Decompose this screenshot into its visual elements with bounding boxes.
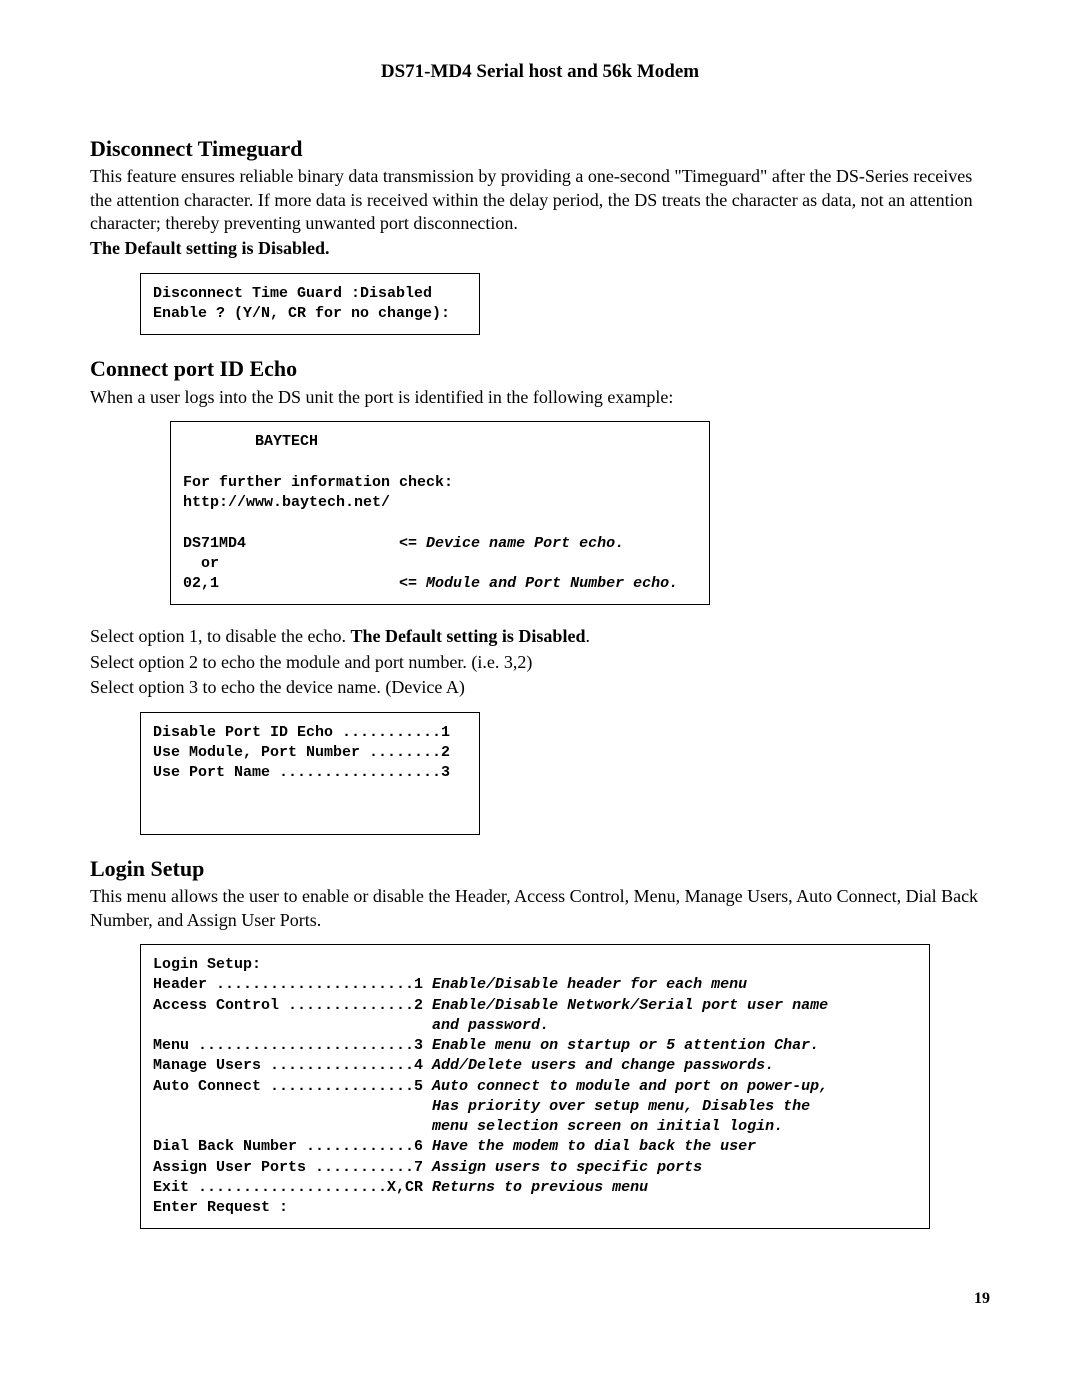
section-connect-port-id-echo-heading: Connect port ID Echo xyxy=(90,355,990,384)
code-line: Enable ? (Y/N, CR for no change): xyxy=(153,305,450,322)
code-line-italic: Add/Delete users and change passwords. xyxy=(432,1057,774,1074)
code-line-italic: Returns to previous menu xyxy=(432,1179,648,1196)
login-setup-menu-box: Login Setup: Header ....................… xyxy=(140,944,930,1229)
code-line-italic: <= Device name Port echo. xyxy=(399,535,624,552)
code-line: Disconnect Time Guard :Disabled xyxy=(153,285,432,302)
code-line: Exit .....................X,CR xyxy=(153,1179,432,1196)
section-connect-port-id-echo-para: When a user logs into the DS unit the po… xyxy=(90,386,990,409)
code-line-italic: Has priority over setup menu, Disables t… xyxy=(153,1098,810,1115)
code-line-italic: Enable/Disable Network/Serial port user … xyxy=(432,997,828,1014)
page-header-title: DS71-MD4 Serial host and 56k Modem xyxy=(90,60,990,85)
code-line: Dial Back Number ............6 xyxy=(153,1138,432,1155)
code-line: Header ......................1 xyxy=(153,976,432,993)
code-line-italic: and password. xyxy=(153,1017,549,1034)
code-line: http://www.baytech.net/ xyxy=(183,494,390,511)
code-line: 02,1 xyxy=(183,575,399,592)
section-disconnect-timeguard-heading: Disconnect Timeguard xyxy=(90,135,990,164)
code-line: Disable Port ID Echo ...........1 xyxy=(153,724,450,741)
echo-option-3-line: Select option 3 to echo the device name.… xyxy=(90,676,990,699)
section-login-setup-heading: Login Setup xyxy=(90,855,990,884)
code-line-italic: menu selection screen on initial login. xyxy=(153,1118,783,1135)
code-line-italic: Auto connect to module and port on power… xyxy=(432,1078,828,1095)
timeguard-terminal-box: Disconnect Time Guard :Disabled Enable ?… xyxy=(140,273,480,336)
code-line: DS71MD4 xyxy=(183,535,399,552)
text-fragment: . xyxy=(585,626,590,646)
code-line: Access Control ..............2 xyxy=(153,997,432,1014)
code-line: Menu ........................3 xyxy=(153,1037,432,1054)
code-line: or xyxy=(183,555,219,572)
echo-option-1-line: Select option 1, to disable the echo. Th… xyxy=(90,625,990,648)
section-disconnect-timeguard-para: This feature ensures reliable binary dat… xyxy=(90,165,990,235)
code-line-italic: Assign users to specific ports xyxy=(432,1159,702,1176)
echo-example-box: BAYTECH For further information check: h… xyxy=(170,421,710,605)
section-login-setup-para: This menu allows the user to enable or d… xyxy=(90,885,990,932)
text-fragment-bold: The Default setting is Disabled xyxy=(350,626,585,646)
echo-option-2-line: Select option 2 to echo the module and p… xyxy=(90,651,990,674)
code-line-italic: <= Module and Port Number echo. xyxy=(399,575,678,592)
code-line: Assign User Ports ...........7 xyxy=(153,1159,432,1176)
code-line-italic: Enable/Disable header for each menu xyxy=(432,976,747,993)
code-line-italic: Have the modem to dial back the user xyxy=(432,1138,756,1155)
code-line: BAYTECH xyxy=(183,433,318,450)
echo-menu-box: Disable Port ID Echo ...........1 Use Mo… xyxy=(140,712,480,835)
code-line: Manage Users ................4 xyxy=(153,1057,432,1074)
code-line: Auto Connect ................5 xyxy=(153,1078,432,1095)
code-line: Enter Request : xyxy=(153,1199,288,1216)
code-line: For further information check: xyxy=(183,474,453,491)
page-number: 19 xyxy=(90,1289,990,1310)
code-line-italic: Enable menu on startup or 5 attention Ch… xyxy=(432,1037,819,1054)
code-line: Use Port Name ..................3 xyxy=(153,764,450,781)
code-line: Use Module, Port Number ........2 xyxy=(153,744,450,761)
text-fragment: Select option 1, to disable the echo. xyxy=(90,626,350,646)
code-line: Login Setup: xyxy=(153,956,261,973)
section-disconnect-timeguard-default: The Default setting is Disabled. xyxy=(90,237,990,260)
